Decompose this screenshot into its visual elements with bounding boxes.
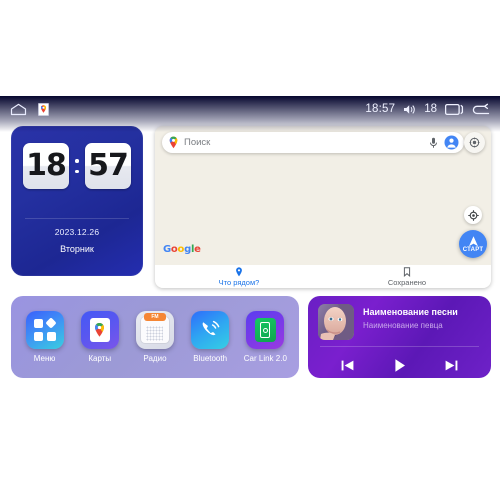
app-shortcut-menu[interactable]: Меню	[20, 311, 70, 363]
track-title: Наименование песни	[363, 307, 458, 317]
map-search-bar[interactable]: Поиск	[162, 132, 464, 153]
map-tab-saved-label: Сохранено	[387, 277, 427, 287]
app-label-radio: Радио	[143, 354, 167, 363]
map-search-placeholder: Поиск	[184, 137, 211, 148]
clock-date: 2023.12.26	[54, 227, 100, 237]
account-avatar-icon[interactable]	[444, 135, 459, 150]
track-artist: Наименование певца	[363, 321, 443, 330]
speaker-icon[interactable]	[403, 104, 416, 115]
app-shortcut-carlink[interactable]: Car Link 2.0	[240, 311, 290, 363]
flip-clock: 18 57	[11, 143, 143, 189]
music-controls	[308, 352, 491, 378]
start-navigation-button[interactable]: СТАРТ	[459, 230, 487, 258]
clock-hours-card: 18	[23, 143, 69, 189]
map-tab-nearby-label: Что рядом?	[218, 277, 260, 287]
my-location-icon	[467, 209, 479, 221]
layers-icon	[469, 137, 480, 148]
my-location-button[interactable]	[464, 206, 482, 224]
app-shortcut-maps[interactable]: Карты	[75, 311, 125, 363]
clock-minutes-card: 57	[85, 143, 131, 189]
next-track-button[interactable]	[444, 358, 459, 373]
app-shortcuts-widget: Меню Карты FM Радио Bluetooth Car Link 2…	[11, 296, 299, 378]
start-button-label: СТАРТ	[462, 247, 484, 253]
volume-level: 18	[424, 103, 437, 115]
clock-colon	[71, 159, 83, 173]
map-bottom-tabs: Что рядом? Сохранено	[155, 265, 491, 288]
map-tab-saved[interactable]: Сохранено	[323, 265, 491, 288]
maps-icon	[80, 311, 119, 349]
clock-divider	[25, 218, 129, 219]
app-label-carlink: Car Link 2.0	[243, 354, 287, 363]
app-shortcut-bluetooth[interactable]: Bluetooth	[185, 311, 235, 363]
app-shortcut-radio[interactable]: FM Радио	[130, 311, 180, 363]
clock-minutes: 57	[88, 148, 129, 183]
music-player-widget: Наименование песни Наименование певца	[308, 296, 491, 378]
play-button[interactable]	[391, 357, 408, 374]
app-label-bluetooth: Bluetooth	[193, 354, 228, 363]
google-maps-widget[interactable]: Поиск СТАРТ Google Что рядом? Сохранено	[155, 126, 491, 288]
car-head-unit-home-screen: 18:57 18 18 57 2023.12.26 Вторник Поиск …	[0, 96, 500, 396]
radio-icon: FM	[135, 311, 174, 349]
status-bar-left	[10, 102, 49, 116]
bookmark-icon	[403, 266, 411, 277]
recent-apps-icon[interactable]	[444, 103, 464, 116]
car-link-icon	[246, 311, 285, 349]
status-bar-right: 18:57 18	[365, 103, 490, 116]
back-arrow-icon[interactable]	[472, 103, 490, 116]
status-bar-clock: 18:57	[365, 103, 396, 115]
pin-icon	[235, 266, 243, 277]
clock-widget[interactable]: 18 57 2023.12.26 Вторник	[11, 126, 143, 276]
skip-next-icon	[445, 360, 458, 370]
skip-previous-icon	[341, 360, 354, 370]
music-divider	[320, 346, 479, 347]
radio-fm-badge: FM	[143, 313, 166, 321]
microphone-icon[interactable]	[429, 137, 438, 149]
clock-weekday: Вторник	[60, 244, 94, 254]
map-tab-nearby[interactable]: Что рядом?	[155, 265, 323, 288]
app-label-menu: Меню	[33, 354, 56, 363]
previous-track-button[interactable]	[340, 358, 355, 373]
google-maps-notification-icon[interactable]	[38, 102, 49, 116]
map-layers-button[interactable]	[464, 132, 485, 153]
home-icon[interactable]	[10, 103, 27, 116]
google-maps-pin-icon	[168, 136, 179, 149]
album-art-portrait	[318, 304, 354, 340]
bluetooth-phone-icon	[191, 311, 230, 349]
status-bar: 18:57 18	[0, 96, 500, 122]
clock-hours: 18	[26, 148, 67, 183]
menu-grid-icon	[25, 311, 64, 349]
play-icon	[395, 358, 405, 372]
google-attribution: Google	[163, 244, 201, 255]
app-label-maps: Карты	[88, 354, 112, 363]
